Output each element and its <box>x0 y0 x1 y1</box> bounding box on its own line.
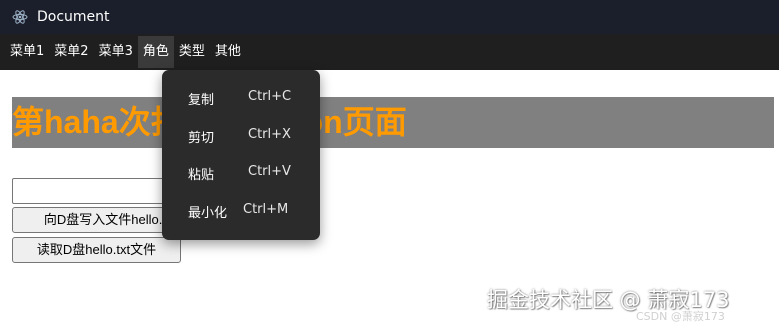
menu-item-label: 剪切 <box>188 131 215 146</box>
csdn-watermark: CSDN @萧寂173 <box>636 310 725 323</box>
menu-item-role[interactable]: 角色 <box>137 36 174 68</box>
menu-item-paste[interactable]: 粘贴 Ctrl+V <box>162 158 320 188</box>
shortcut-label: Ctrl+V <box>248 164 291 179</box>
menu-item-cut[interactable]: 剪切 Ctrl+X <box>162 121 320 151</box>
menu-item-other[interactable]: 其他 <box>210 36 246 68</box>
shortcut-label: Ctrl+X <box>248 127 291 142</box>
window-title: Document <box>37 9 110 25</box>
title-bar: Document <box>0 0 779 34</box>
page-heading: 第haha次打开Electron页面 <box>12 97 774 148</box>
menu-item-menu2[interactable]: 菜单2 <box>49 36 93 68</box>
menu-item-minimize[interactable]: 最小化 Ctrl+M <box>162 196 320 226</box>
menu-item-menu1[interactable]: 菜单1 <box>5 36 49 68</box>
shortcut-label: Ctrl+M <box>243 202 289 217</box>
electron-logo-icon <box>12 10 28 24</box>
menu-item-label: 最小化 <box>188 206 228 221</box>
menu-item-label: 粘贴 <box>188 168 215 183</box>
menu-item-copy[interactable]: 复制 Ctrl+C <box>162 83 320 113</box>
read-file-button[interactable]: 读取D盘hello.txt文件 <box>12 237 181 263</box>
menu-item-type[interactable]: 类型 <box>174 36 210 68</box>
menu-item-label: 复制 <box>188 93 215 108</box>
role-dropdown-menu: 复制 Ctrl+C 剪切 Ctrl+X 粘贴 Ctrl+V 最小化 Ctrl+M <box>162 70 320 240</box>
shortcut-label: Ctrl+C <box>248 89 292 104</box>
menu-item-menu3[interactable]: 菜单3 <box>94 36 138 68</box>
menu-bar: 菜单1 菜单2 菜单3 角色 类型 其他 <box>0 34 779 70</box>
